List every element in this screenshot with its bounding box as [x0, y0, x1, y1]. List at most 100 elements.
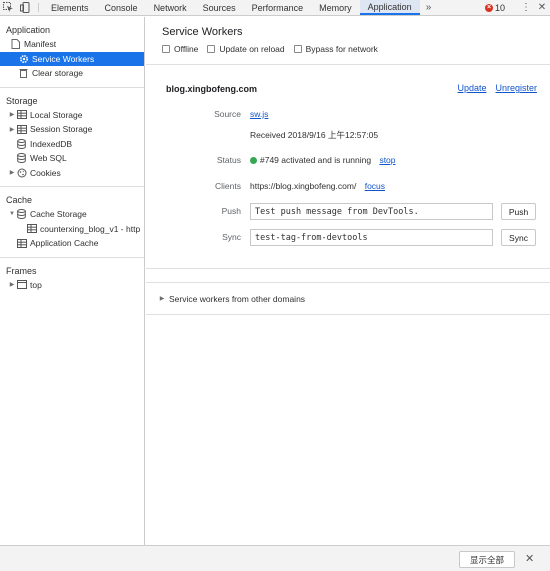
- sidebar-item-label: Session Storage: [30, 124, 93, 135]
- grid-icon: [16, 110, 27, 120]
- push-message-input[interactable]: Test push message from DevTools.: [250, 203, 493, 220]
- devtools-tab-bar: Elements Console Network Sources Perform…: [0, 0, 550, 16]
- trash-icon: [18, 68, 29, 79]
- sidebar-item-indexeddb[interactable]: IndexedDB: [0, 137, 144, 152]
- status-running-icon: [250, 157, 257, 164]
- sidebar-item-session-storage[interactable]: ▶ Session Storage: [0, 122, 144, 137]
- worker-origin: blog.xingbofeng.com: [166, 84, 257, 94]
- stop-link[interactable]: stop: [379, 155, 395, 165]
- page-title: Service Workers: [162, 26, 243, 38]
- tab-network[interactable]: Network: [146, 0, 195, 15]
- bypass-for-network-option[interactable]: Bypass for network: [293, 44, 378, 54]
- tab-application[interactable]: Application: [359, 0, 420, 15]
- bypass-for-network-checkbox[interactable]: [293, 45, 302, 53]
- sidebar-item-label: top: [30, 279, 42, 290]
- update-on-reload-label: Update on reload: [219, 44, 285, 54]
- status-text: #749 activated and is running: [260, 155, 372, 165]
- sidebar-item-application-cache[interactable]: Application Cache: [0, 236, 144, 251]
- show-all-button[interactable]: 显示全部: [459, 551, 515, 568]
- bypass-for-network-label: Bypass for network: [305, 44, 378, 54]
- unregister-link[interactable]: Unregister: [495, 83, 537, 93]
- database-icon: [16, 153, 27, 164]
- sidebar-item-cache-storage[interactable]: ▼ Cache Storage: [0, 207, 144, 222]
- more-options-icon[interactable]: ⋮: [518, 2, 534, 13]
- database-icon: [16, 138, 27, 149]
- source-label: Source: [214, 109, 241, 119]
- received-timestamp: Received 2018/9/16 上午12:57:05: [250, 130, 379, 140]
- grid-icon: [16, 124, 27, 134]
- tab-memory[interactable]: Memory: [311, 0, 360, 15]
- expand-arrow-icon[interactable]: ▶: [158, 295, 166, 302]
- inspect-element-icon[interactable]: [0, 0, 17, 15]
- offline-option[interactable]: Offline: [162, 44, 198, 54]
- sidebar-item-service-workers[interactable]: Service Workers: [0, 51, 144, 66]
- other-domains-section[interactable]: ▶ Service workers from other domains: [146, 283, 550, 315]
- client-url: https://blog.xingbofeng.com/: [250, 181, 357, 191]
- close-devtools-icon[interactable]: ✕: [534, 2, 550, 13]
- device-toolbar-icon[interactable]: [17, 0, 34, 15]
- close-icon[interactable]: ✕: [525, 552, 534, 565]
- service-worker-options: Offline Update on reload Bypass for netw…: [162, 44, 550, 54]
- error-counter[interactable]: × 10: [481, 3, 509, 13]
- sidebar-item-manifest[interactable]: Manifest: [0, 37, 144, 52]
- gear-icon: [18, 54, 29, 64]
- service-workers-panel: Service Workers Offline Update on reload…: [146, 17, 550, 545]
- focus-link[interactable]: focus: [365, 181, 385, 191]
- service-worker-entry: blog.xingbofeng.com Update Unregister So…: [146, 71, 550, 269]
- tab-console[interactable]: Console: [97, 0, 146, 15]
- sidebar-divider: [0, 256, 144, 258]
- grid-icon: [26, 224, 37, 234]
- update-link[interactable]: Update: [457, 83, 486, 93]
- bottom-bar: 显示全部 ✕: [0, 545, 550, 571]
- sidebar-item-cache-entry[interactable]: counterxing_blog_v1 - http: [0, 222, 144, 237]
- service-workers-header: Service Workers Offline Update on reload…: [146, 17, 550, 65]
- expand-arrow-icon[interactable]: ▶: [8, 111, 16, 118]
- sidebar-item-label: Cache Storage: [30, 209, 87, 220]
- clients-label: Clients: [215, 181, 241, 191]
- sidebar-item-local-storage[interactable]: ▶ Local Storage: [0, 108, 144, 123]
- database-icon: [16, 209, 27, 220]
- clients-row: https://blog.xingbofeng.com/ focus: [250, 181, 385, 191]
- tab-sources[interactable]: Sources: [195, 0, 244, 15]
- other-domains-label: Service workers from other domains: [169, 293, 306, 304]
- sync-tag-input[interactable]: test-tag-from-devtools: [250, 229, 493, 246]
- collapse-arrow-icon[interactable]: ▼: [8, 211, 16, 217]
- sync-label: Sync: [222, 232, 241, 242]
- sidebar-item-label: IndexedDB: [30, 138, 73, 149]
- sidebar-item-label: Cookies: [30, 167, 61, 178]
- sidebar-item-label: Service Workers: [32, 53, 95, 64]
- sidebar-item-label: Manifest: [24, 39, 57, 50]
- sidebar-section-frames: Frames: [6, 265, 37, 276]
- push-button[interactable]: Push: [501, 203, 536, 220]
- application-sidebar: Application Manifest Service Workers Cle…: [0, 17, 145, 545]
- sidebar-item-label: Local Storage: [30, 109, 83, 120]
- sidebar-divider: [0, 86, 144, 88]
- sidebar-item-web-sql[interactable]: Web SQL: [0, 151, 144, 166]
- push-label: Push: [221, 206, 241, 216]
- expand-arrow-icon[interactable]: ▶: [8, 126, 16, 133]
- error-icon: ×: [484, 3, 493, 12]
- sidebar-item-label: counterxing_blog_v1 - http: [40, 223, 141, 234]
- status-row: #749 activated and is running stop: [250, 155, 396, 165]
- tab-elements[interactable]: Elements: [43, 0, 97, 15]
- expand-arrow-icon[interactable]: ▶: [8, 281, 16, 288]
- sidebar-divider: [0, 186, 144, 187]
- tab-performance[interactable]: Performance: [244, 0, 312, 15]
- error-count: 10: [494, 2, 505, 13]
- sidebar-section-application: Application: [6, 25, 51, 35]
- source-file-link[interactable]: sw.js: [250, 109, 268, 119]
- more-tabs-button[interactable]: »: [420, 0, 438, 15]
- sidebar-item-clear-storage[interactable]: Clear storage: [0, 66, 144, 81]
- sidebar-item-frame-top[interactable]: ▶ top: [0, 278, 144, 293]
- update-on-reload-option[interactable]: Update on reload: [207, 44, 285, 54]
- sidebar-item-cookies[interactable]: ▶ Cookies: [0, 166, 144, 181]
- sync-button[interactable]: Sync: [501, 229, 536, 246]
- cookie-icon: [16, 168, 27, 178]
- document-icon: [10, 39, 21, 50]
- update-on-reload-checkbox[interactable]: [207, 45, 216, 53]
- expand-arrow-icon[interactable]: ▶: [8, 169, 16, 176]
- offline-label: Offline: [174, 44, 199, 54]
- offline-checkbox[interactable]: [162, 45, 170, 53]
- sidebar-item-label: Application Cache: [30, 238, 99, 249]
- toolbar-divider: [38, 3, 39, 12]
